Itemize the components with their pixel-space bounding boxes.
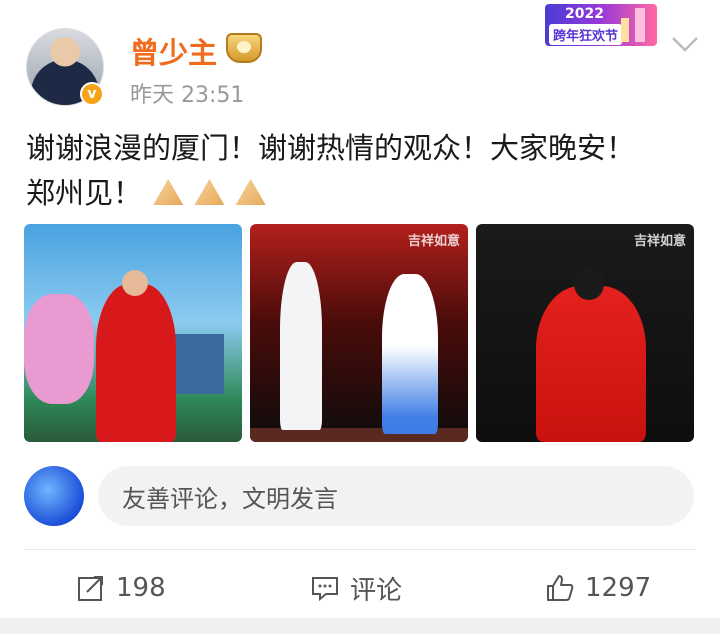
current-user-avatar[interactable]	[24, 466, 84, 526]
praying-hands-icon	[235, 179, 266, 205]
comment-label: 评论	[350, 575, 403, 606]
post-text-line1: 谢谢浪漫的厦门！谢谢热情的观众！大家晚安！	[26, 131, 636, 165]
repost-icon	[78, 576, 103, 601]
castle-shape	[174, 334, 224, 394]
repost-count: 198	[116, 573, 166, 603]
festival-badge[interactable]: 2022 跨年狂欢节	[545, 4, 657, 46]
post-image-1[interactable]	[24, 224, 242, 442]
verified-icon: v	[80, 82, 104, 106]
post-timestamp: 昨天 23:51	[130, 83, 245, 108]
post-text-line2-wrap: 郑州见！	[26, 171, 696, 216]
praying-hands-icon	[194, 179, 225, 205]
image-grid: 吉祥如意 吉祥如意	[24, 224, 694, 442]
post-text: 谢谢浪漫的厦门！谢谢热情的观众！大家晚安！ 郑州见！	[26, 126, 696, 216]
comment-icon	[312, 577, 338, 602]
username[interactable]: 曾少主	[130, 30, 217, 72]
cartoon-figure	[24, 294, 94, 404]
comment-button[interactable]: 评论	[310, 568, 402, 608]
city-skyline-icon	[621, 18, 629, 42]
divider	[24, 549, 696, 550]
post-header: v 曾少主 昨天 23:51 2022 跨年狂欢节	[0, 0, 720, 116]
singer-figure	[382, 274, 438, 434]
post-image-3[interactable]: 吉祥如意	[476, 224, 694, 442]
praying-hands-icon	[153, 179, 184, 205]
image-watermark: 吉祥如意	[407, 234, 460, 249]
singer-head	[122, 270, 148, 296]
like-button[interactable]: 1297	[545, 568, 651, 608]
comment-input[interactable]: 友善评论，文明发言	[98, 466, 694, 526]
singer-figure	[280, 262, 322, 430]
comment-bar: 友善评论，文明发言	[0, 462, 720, 532]
singer-figure	[536, 286, 646, 442]
bottom-separator	[0, 618, 720, 634]
thumbs-up-icon	[547, 575, 574, 601]
singer-head	[574, 268, 604, 300]
singer-figure	[96, 284, 176, 442]
festival-year: 2022	[565, 6, 604, 22]
image-watermark: 吉祥如意	[633, 234, 686, 249]
vip-crown-icon[interactable]	[226, 33, 262, 63]
festival-label: 跨年狂欢节	[549, 24, 623, 45]
tower-icon	[635, 8, 645, 42]
action-bar: 198 评论 1297	[0, 560, 720, 616]
chevron-down-icon[interactable]	[669, 32, 701, 56]
repost-button[interactable]: 198	[76, 568, 166, 608]
like-count: 1297	[585, 573, 652, 603]
post-image-2[interactable]: 吉祥如意	[250, 224, 468, 442]
post-text-line2: 郑州见！	[26, 176, 143, 210]
